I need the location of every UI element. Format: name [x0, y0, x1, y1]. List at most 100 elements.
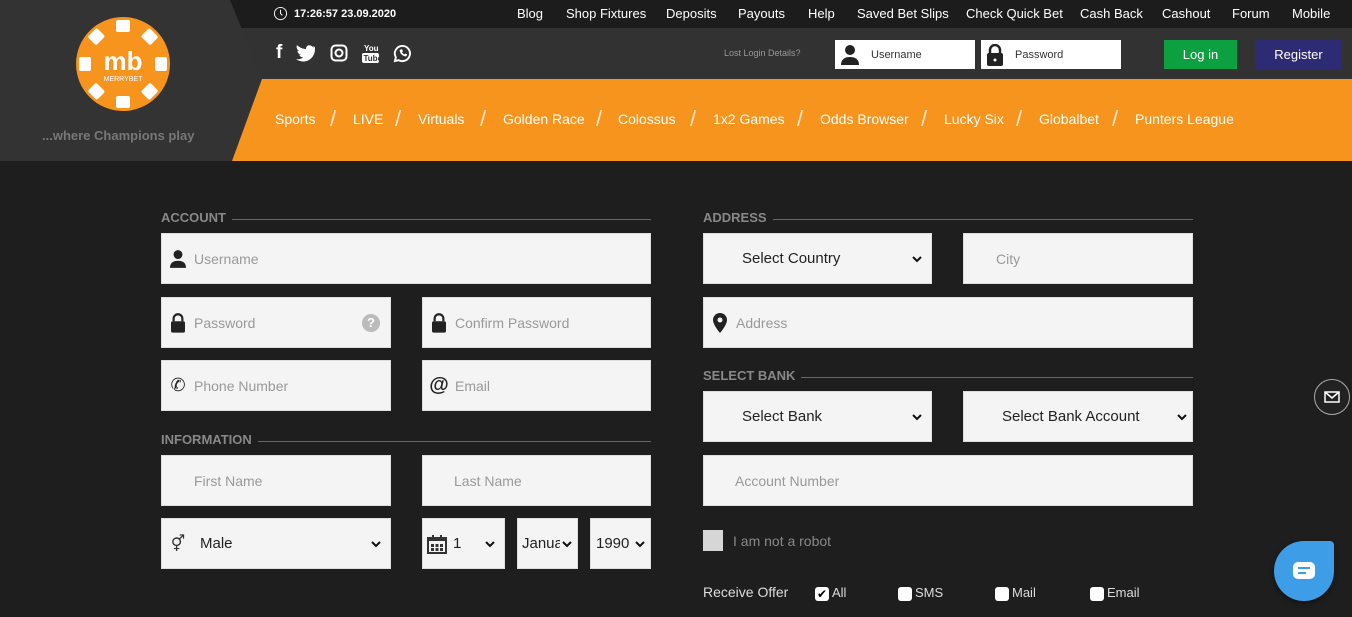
chevron-down-icon: [912, 413, 922, 420]
gender-icon: ⚥: [170, 535, 186, 553]
top-link-blog[interactable]: Blog: [517, 6, 543, 21]
offer-mail[interactable]: Mail: [995, 585, 1036, 601]
year-value: 1990: [596, 535, 630, 552]
nav-odds-browser[interactable]: Odds Browser: [820, 111, 909, 127]
address-section-title: ADDRESS: [703, 210, 1193, 225]
nav-punters-league[interactable]: Punters League: [1135, 111, 1234, 127]
nav-sports[interactable]: Sports: [275, 111, 315, 127]
top-link-deposits[interactable]: Deposits: [666, 6, 717, 21]
facebook-icon[interactable]: f: [276, 42, 282, 64]
information-section-title: INFORMATION: [161, 432, 651, 447]
register-button[interactable]: Register: [1255, 40, 1342, 69]
first-name-placeholder: First Name: [194, 472, 263, 489]
lock-icon: [987, 43, 1003, 66]
header-password-input[interactable]: Password: [981, 40, 1121, 69]
email-placeholder: Email: [455, 377, 491, 394]
nav-live[interactable]: LIVE: [353, 111, 383, 127]
top-link-saved-bet-slips[interactable]: Saved Bet Slips: [857, 6, 949, 21]
nav-colossus[interactable]: Colossus: [618, 111, 676, 127]
offer-mail-checkbox[interactable]: [995, 586, 1009, 601]
nav-globalbet[interactable]: Globalbet: [1039, 111, 1099, 127]
gender-value: Male: [200, 535, 233, 552]
clock-text: 17:26:57 23.09.2020: [294, 7, 397, 20]
offer-all[interactable]: ✔ All: [815, 585, 846, 601]
password-placeholder: Password: [194, 314, 256, 331]
offer-sms[interactable]: SMS: [898, 585, 943, 601]
svg-text:Tube: Tube: [364, 54, 380, 63]
account-number-placeholder: Account Number: [735, 472, 840, 489]
svg-text:mb: mb: [104, 46, 143, 76]
username-field[interactable]: Username: [161, 233, 651, 284]
top-link-help[interactable]: Help: [808, 6, 835, 21]
social-links: f YouTube: [276, 42, 412, 64]
top-link-check-quick-bet[interactable]: Check Quick Bet: [966, 6, 1063, 21]
lock-icon: [432, 312, 446, 333]
gender-select[interactable]: ⚥ Male: [161, 518, 391, 569]
offer-email-checkbox[interactable]: [1090, 586, 1104, 601]
password-field[interactable]: Password ?: [161, 297, 391, 348]
calendar-icon: [427, 534, 447, 554]
top-link-mobile[interactable]: Mobile: [1292, 6, 1330, 21]
chevron-down-icon: [912, 255, 922, 262]
location-pin-icon: [713, 312, 727, 333]
chevron-down-icon: [635, 540, 645, 547]
nav-virtuals[interactable]: Virtuals: [418, 111, 464, 127]
svg-text:MERRYBET: MERRYBET: [104, 76, 143, 83]
mail-contact-button[interactable]: [1314, 379, 1350, 415]
city-placeholder: City: [996, 250, 1021, 267]
account-number-field[interactable]: Account Number: [703, 455, 1193, 506]
user-icon: [170, 249, 186, 268]
merrybet-logo[interactable]: mb MERRYBET: [76, 17, 170, 111]
captcha-label: I am not a robot: [733, 532, 832, 549]
captcha-checkbox[interactable]: [703, 530, 723, 551]
country-select[interactable]: Select Country: [703, 233, 932, 284]
top-link-forum[interactable]: Forum: [1232, 6, 1270, 21]
birth-month-select[interactable]: Janua: [517, 518, 578, 569]
offer-sms-checkbox[interactable]: [898, 586, 912, 601]
help-icon[interactable]: ?: [362, 313, 380, 332]
phone-field[interactable]: ✆ Phone Number: [161, 360, 391, 411]
chevron-down-icon: [371, 540, 381, 547]
confirm-password-field[interactable]: Confirm Password: [422, 297, 651, 348]
phone-icon: ✆: [170, 375, 186, 395]
header-username-input[interactable]: Username: [835, 40, 975, 69]
month-value: Janua: [522, 535, 560, 552]
bank-section-title: SELECT BANK: [703, 368, 1193, 383]
last-name-field[interactable]: Last Name: [422, 455, 651, 506]
bank-account-select[interactable]: Select Bank Account: [963, 391, 1193, 442]
youtube-icon[interactable]: YouTube: [362, 43, 380, 63]
svg-text:You: You: [364, 44, 379, 53]
top-link-cashout[interactable]: Cashout: [1162, 6, 1210, 21]
confirm-password-placeholder: Confirm Password: [455, 314, 570, 331]
chat-button[interactable]: [1274, 541, 1334, 601]
user-icon: [841, 44, 859, 65]
address-field[interactable]: Address: [703, 297, 1193, 348]
bank-select[interactable]: Select Bank: [703, 391, 932, 442]
offer-all-checkbox[interactable]: ✔: [815, 586, 829, 601]
whatsapp-icon[interactable]: [393, 44, 412, 63]
nav-lucky-six[interactable]: Lucky Six: [944, 111, 1004, 127]
birth-year-select[interactable]: 1990: [590, 518, 651, 569]
twitter-icon[interactable]: [296, 44, 316, 62]
top-link-payouts[interactable]: Payouts: [738, 6, 785, 21]
username-placeholder: Username: [871, 48, 922, 61]
nav-1x2-games[interactable]: 1x2 Games: [713, 111, 785, 127]
captcha: I am not a robot: [703, 530, 831, 551]
clock: 17:26:57 23.09.2020: [273, 6, 396, 21]
city-field[interactable]: City: [963, 233, 1193, 284]
instagram-icon[interactable]: [330, 44, 348, 62]
email-field[interactable]: @ Email: [422, 360, 651, 411]
nav-golden-race[interactable]: Golden Race: [503, 111, 585, 127]
clock-icon: [273, 6, 288, 21]
offer-email[interactable]: Email: [1090, 585, 1140, 601]
last-name-placeholder: Last Name: [454, 472, 522, 489]
first-name-field[interactable]: First Name: [161, 455, 391, 506]
birth-day-select[interactable]: 1: [422, 518, 505, 569]
chevron-down-icon: [562, 540, 572, 547]
login-button[interactable]: Log in: [1164, 40, 1237, 69]
top-link-shop-fixtures[interactable]: Shop Fixtures: [566, 6, 646, 21]
lost-login-link[interactable]: Lost Login Details?: [724, 48, 801, 58]
account-section-title: ACCOUNT: [161, 210, 651, 225]
lock-icon: [171, 312, 185, 333]
top-link-cash-back[interactable]: Cash Back: [1080, 6, 1143, 21]
